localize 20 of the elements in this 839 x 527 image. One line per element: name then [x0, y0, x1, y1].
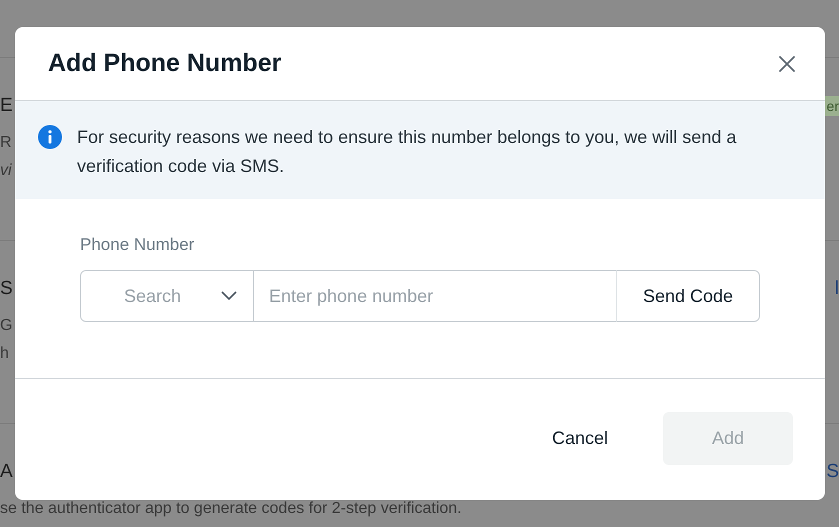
dialog-title: Add Phone Number — [48, 49, 282, 78]
send-code-button[interactable]: Send Code — [616, 270, 760, 322]
section-heading: S — [0, 278, 13, 300]
action-link[interactable]: l — [834, 278, 839, 300]
action-link[interactable]: S — [826, 461, 839, 483]
section-text: G — [0, 316, 12, 336]
section-text: se the authenticator app to generate codes for 2-step verification. — [0, 499, 462, 519]
section-heading: A — [0, 461, 13, 483]
info-icon — [38, 125, 62, 149]
field-label: Phone Number — [80, 235, 196, 255]
close-icon[interactable] — [778, 54, 796, 72]
chevron-down-icon — [221, 291, 237, 301]
notice-text: For security reasons we need to ensure this number belongs to you, we will send a verification code via SMS. — [77, 126, 738, 178]
section-heading: E — [0, 95, 13, 117]
section-text: h — [0, 344, 9, 364]
country-select[interactable]: Search — [80, 270, 254, 322]
section-text: R — [0, 133, 12, 153]
section-text: vi — [0, 161, 12, 181]
phone-input[interactable]: Enter phone number — [254, 270, 616, 322]
cancel-button[interactable]: Cancel — [522, 412, 638, 465]
